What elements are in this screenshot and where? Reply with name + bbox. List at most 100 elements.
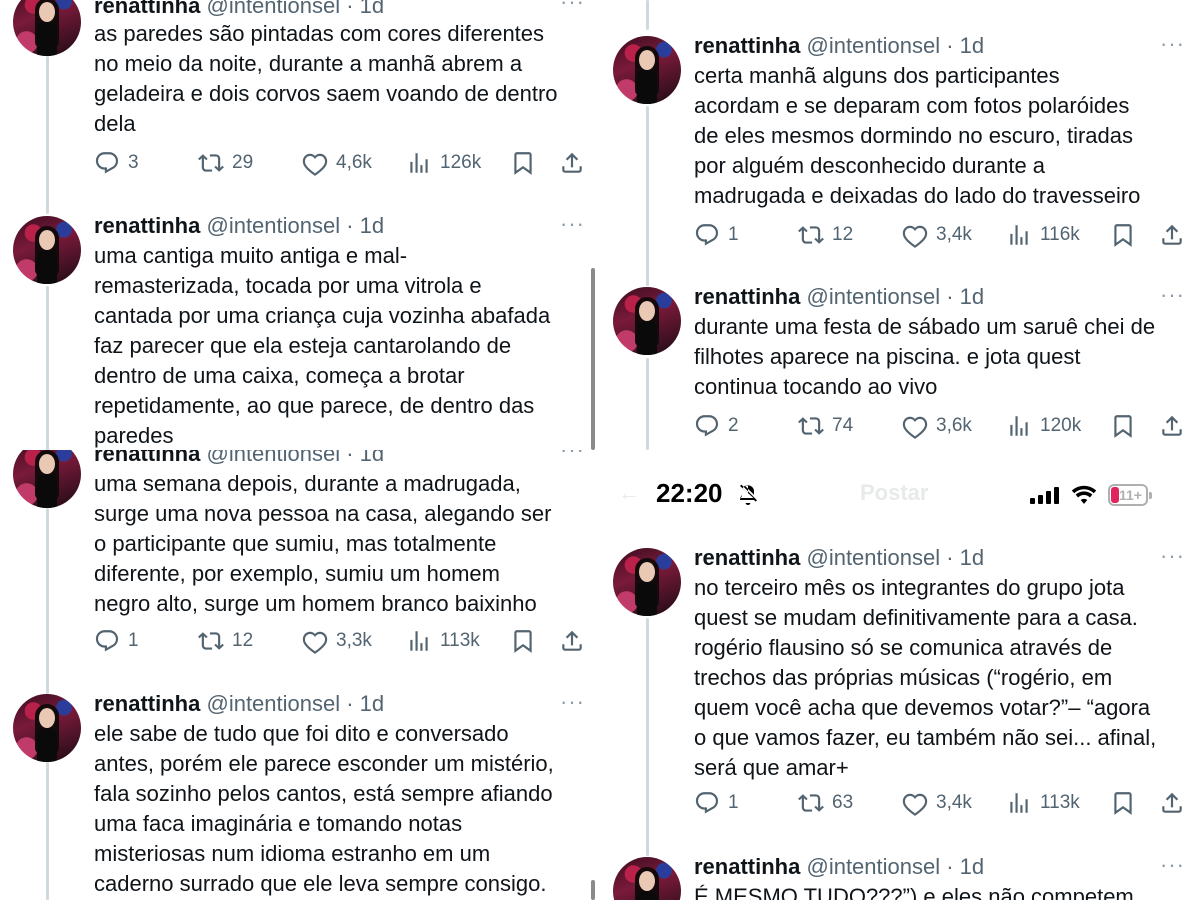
author-handle[interactable]: @intentionsel · 1d: [206, 450, 384, 466]
author-handle[interactable]: @intentionsel · 1d: [806, 545, 984, 570]
author-handle[interactable]: @intentionsel · 1d: [206, 0, 384, 18]
author-name[interactable]: renattinha: [694, 33, 800, 58]
like-button[interactable]: 4,6k: [302, 148, 372, 178]
author-name[interactable]: renattinha: [694, 284, 800, 309]
author-handle[interactable]: @intentionsel · 1d: [806, 284, 984, 309]
retweet-count: 12: [832, 224, 854, 245]
author-handle[interactable]: @intentionsel · 1d: [806, 854, 984, 879]
share-button[interactable]: [1159, 411, 1185, 441]
share-button[interactable]: [559, 626, 585, 656]
reply-button[interactable]: 1: [94, 626, 139, 656]
reply-button[interactable]: 1: [694, 788, 739, 818]
views-icon: [1006, 413, 1032, 439]
scrollbar[interactable]: [591, 268, 595, 450]
tweet[interactable]: renattinha @intentionsel · 1d ··· as par…: [0, 0, 600, 198]
like-count: 3,3k: [336, 630, 372, 651]
tweet-text: uma cantiga muito antiga e mal- remaster…: [94, 243, 551, 448]
more-icon[interactable]: ···: [560, 690, 585, 714]
tweet[interactable]: renattinha @intentionsel · 1d ··· durant…: [600, 281, 1200, 450]
retweet-count: 74: [832, 415, 854, 436]
views-button[interactable]: 120k: [1006, 411, 1081, 441]
share-icon: [559, 628, 585, 654]
tweet-header: renattinha @intentionsel · 1d: [94, 450, 384, 470]
wifi-icon: [1071, 485, 1097, 504]
tweet[interactable]: renattinha @intentionsel · 1d ··· uma se…: [0, 450, 600, 666]
share-button[interactable]: [559, 148, 585, 178]
clock: 22:20: [656, 478, 723, 508]
tweet[interactable]: renattinha @intentionsel · 1d ··· certa …: [600, 30, 1200, 260]
author-name[interactable]: renattinha: [94, 691, 200, 716]
author-name[interactable]: renattinha: [694, 545, 800, 570]
reply-icon: [94, 628, 120, 654]
views-button[interactable]: 113k: [406, 626, 480, 656]
tweet[interactable]: renattinha @intentionsel · 1d ··· no ter…: [600, 542, 1200, 842]
reply-count: 1: [728, 792, 739, 813]
retweet-icon: [798, 790, 824, 816]
tweet-text: as paredes são pintadas com cores difere…: [94, 21, 558, 136]
retweet-button[interactable]: 12: [198, 626, 253, 656]
author-handle[interactable]: @intentionsel · 1d: [206, 691, 384, 716]
like-icon: [902, 790, 928, 816]
tweet[interactable]: renattinha @intentionsel · 1d ··· ele sa…: [0, 688, 600, 900]
avatar[interactable]: [613, 548, 681, 616]
like-button[interactable]: 3,3k: [302, 626, 372, 656]
tweet-header: renattinha @intentionsel · 1d: [94, 688, 384, 720]
more-icon[interactable]: ···: [560, 0, 585, 14]
share-icon: [559, 150, 585, 176]
views-icon: [1006, 222, 1032, 248]
bookmark-button[interactable]: [1110, 220, 1136, 250]
more-icon[interactable]: ···: [560, 212, 585, 236]
avatar[interactable]: [13, 450, 81, 508]
bookmark-button[interactable]: [1110, 411, 1136, 441]
more-icon[interactable]: ···: [1160, 853, 1185, 877]
retweet-button[interactable]: 12: [798, 220, 853, 250]
author-name[interactable]: renattinha: [94, 213, 200, 238]
reply-button[interactable]: 2: [694, 411, 739, 441]
retweet-button[interactable]: 29: [198, 148, 253, 178]
bookmark-button[interactable]: [510, 626, 536, 656]
tweet[interactable]: renattinha @intentionsel · 1d ··· uma ca…: [0, 210, 600, 450]
like-button[interactable]: 3,6k: [902, 411, 972, 441]
more-icon[interactable]: ···: [1160, 32, 1185, 56]
reply-count: 3: [128, 152, 139, 173]
avatar[interactable]: [13, 216, 81, 284]
scrollbar[interactable]: [591, 880, 595, 900]
reply-button[interactable]: 1: [694, 220, 739, 250]
back-arrow-icon[interactable]: ←: [618, 480, 640, 506]
bookmark-button[interactable]: [510, 148, 536, 178]
bookmark-icon: [1110, 413, 1136, 439]
views-button[interactable]: 116k: [1006, 220, 1080, 250]
retweet-button[interactable]: 63: [798, 788, 853, 818]
author-name[interactable]: renattinha: [94, 450, 200, 466]
avatar[interactable]: [613, 36, 681, 104]
like-icon: [302, 150, 328, 176]
views-button[interactable]: 113k: [1006, 788, 1080, 818]
share-button[interactable]: [1159, 788, 1185, 818]
bookmark-button[interactable]: [1110, 788, 1136, 818]
more-icon[interactable]: ···: [1160, 283, 1185, 307]
views-icon: [1006, 790, 1032, 816]
more-icon[interactable]: ···: [560, 450, 585, 462]
reply-icon: [694, 413, 720, 439]
tweet[interactable]: renattinha @intentionsel · 1d ··· É MESM…: [600, 851, 1200, 900]
retweet-button[interactable]: 74: [798, 411, 853, 441]
author-handle[interactable]: @intentionsel · 1d: [806, 33, 984, 58]
tweet-header: renattinha @intentionsel · 1d: [694, 281, 984, 313]
share-button[interactable]: [1159, 220, 1185, 250]
reply-count: 2: [728, 415, 739, 436]
views-button[interactable]: 126k: [406, 148, 481, 178]
avatar[interactable]: [613, 287, 681, 355]
more-icon[interactable]: ···: [1160, 544, 1185, 568]
avatar[interactable]: [13, 694, 81, 762]
author-name[interactable]: renattinha: [94, 0, 200, 18]
avatar[interactable]: [613, 857, 681, 900]
like-button[interactable]: 3,4k: [902, 220, 972, 250]
reply-button[interactable]: 3: [94, 148, 139, 178]
author-name[interactable]: renattinha: [694, 854, 800, 879]
like-icon: [902, 413, 928, 439]
tweet-text: É MESMO TUDO???”) e eles não competem: [694, 884, 1134, 900]
avatar[interactable]: [13, 0, 81, 56]
views-icon: [406, 628, 432, 654]
author-handle[interactable]: @intentionsel · 1d: [206, 213, 384, 238]
like-button[interactable]: 3,4k: [902, 788, 972, 818]
